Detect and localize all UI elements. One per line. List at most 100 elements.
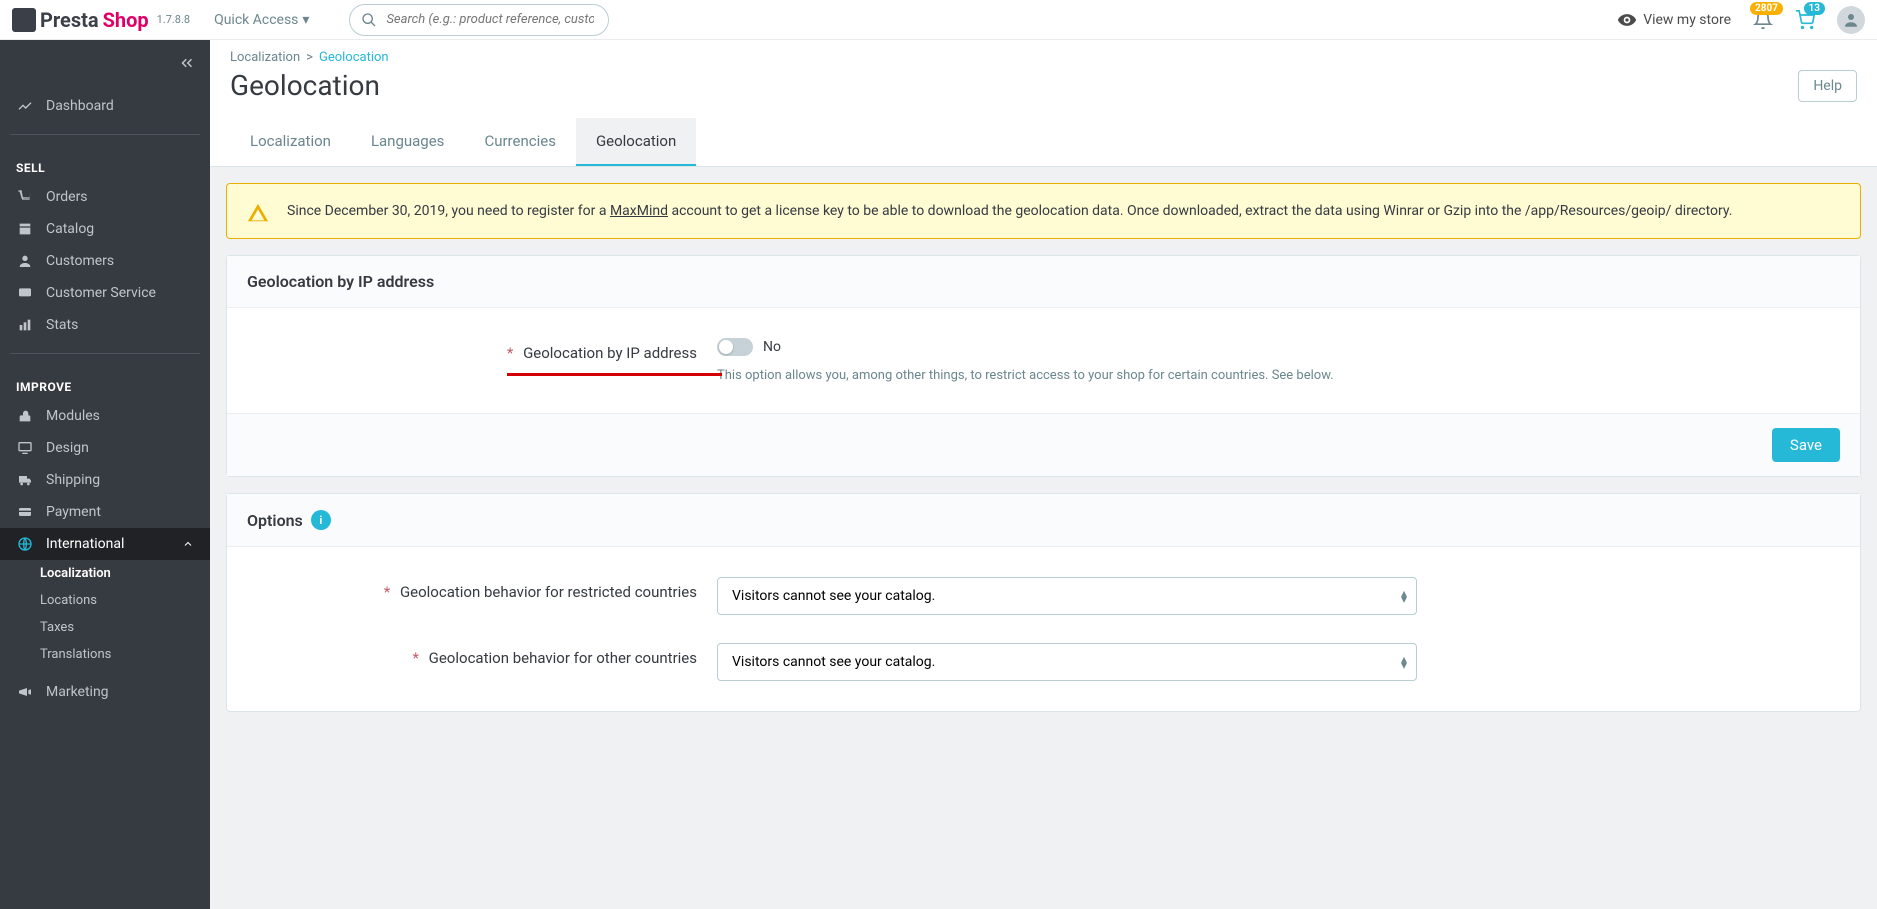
globe-icon	[16, 536, 34, 552]
warning-alert: Since December 30, 2019, you need to reg…	[226, 183, 1861, 239]
tab-localization[interactable]: Localization	[230, 118, 351, 166]
cart-icon	[16, 189, 34, 205]
required-mark: *	[412, 649, 418, 667]
save-button[interactable]: Save	[1772, 428, 1840, 462]
content-body: Since December 30, 2019, you need to reg…	[210, 167, 1877, 728]
sidebar-item-catalog[interactable]: Catalog	[0, 213, 210, 245]
required-mark: *	[507, 344, 513, 362]
sidebar-item-design[interactable]: Design	[0, 432, 210, 464]
sidebar-item-label: Shipping	[46, 472, 100, 488]
help-button[interactable]: Help	[1798, 70, 1857, 102]
select-wrap: Visitors cannot see your catalog. ▴▾	[717, 577, 1417, 615]
label-text: Geolocation behavior for other countries	[429, 649, 697, 667]
sidebar-item-label: Catalog	[46, 221, 94, 237]
sidebar-item-dashboard[interactable]: Dashboard	[0, 90, 210, 122]
label-text: Geolocation behavior for restricted coun…	[400, 583, 697, 601]
topbar: PrestaShop 1.7.8.8 Quick Access ▾ View m…	[0, 0, 1877, 40]
chevron-up-icon	[182, 538, 194, 550]
sidebar-item-label: Payment	[46, 504, 101, 520]
puzzle-icon	[16, 408, 34, 424]
cart-badge: 13	[1804, 2, 1825, 15]
sidebar-item-label: Stats	[46, 317, 78, 333]
sidebar-item-label: Customers	[46, 253, 114, 269]
sidebar-sub-taxes[interactable]: Taxes	[0, 614, 210, 641]
alert-link-maxmind[interactable]: MaxMind	[610, 203, 668, 219]
sidebar-item-stats[interactable]: Stats	[0, 309, 210, 341]
sidebar-item-customer-service[interactable]: Customer Service	[0, 277, 210, 309]
alert-text-prefix: Since December 30, 2019, you need to reg…	[287, 203, 610, 219]
card-geolocation-ip: Geolocation by IP address * Geolocation …	[226, 255, 1861, 477]
toggle-geolocation-ip[interactable]	[717, 338, 753, 356]
logo-icon	[12, 8, 36, 32]
quick-access-menu[interactable]: Quick Access ▾	[214, 12, 309, 28]
avatar[interactable]	[1837, 6, 1865, 34]
form-row-restricted: * Geolocation behavior for restricted co…	[247, 577, 1840, 615]
form-control: Visitors cannot see your catalog. ▴▾	[717, 643, 1840, 681]
info-icon[interactable]: i	[311, 510, 331, 530]
red-underline	[507, 373, 722, 376]
help-text: This option allows you, among other thin…	[717, 368, 1840, 383]
logo-text-shop: Shop	[103, 8, 149, 32]
search-input[interactable]	[349, 4, 609, 36]
sidebar-item-shipping[interactable]: Shipping	[0, 464, 210, 496]
card-options: Options i * Geolocation behavior for res…	[226, 493, 1861, 712]
megaphone-icon	[16, 684, 34, 700]
select-other-behavior[interactable]: Visitors cannot see your catalog.	[717, 643, 1417, 681]
tab-languages[interactable]: Languages	[351, 118, 465, 166]
search-icon	[361, 12, 377, 28]
sidebar-item-marketing[interactable]: Marketing	[0, 676, 210, 708]
breadcrumb-leaf[interactable]: Geolocation	[319, 50, 389, 65]
required-mark: *	[384, 583, 390, 601]
trending-icon	[16, 98, 34, 114]
sidebar-item-orders[interactable]: Orders	[0, 181, 210, 213]
notifications-button[interactable]: 2807	[1753, 10, 1773, 30]
card-title: Options	[247, 511, 303, 530]
tab-currencies[interactable]: Currencies	[464, 118, 576, 166]
toggle-wrap: No	[717, 338, 1840, 356]
sidebar-item-customers[interactable]: Customers	[0, 245, 210, 277]
sidebar-item-modules[interactable]: Modules	[0, 400, 210, 432]
card-icon	[16, 504, 34, 520]
toggle-value: No	[763, 339, 781, 355]
sidebar-item-payment[interactable]: Payment	[0, 496, 210, 528]
label-text: Geolocation by IP address	[523, 344, 697, 362]
alert-text-suffix: account to get a license key to be able …	[668, 203, 1732, 219]
sidebar-item-label: Design	[46, 440, 89, 456]
sidebar-item-label: Marketing	[46, 684, 109, 700]
eye-icon	[1617, 10, 1637, 30]
view-store-link[interactable]: View my store	[1617, 10, 1731, 30]
store-icon	[16, 221, 34, 237]
select-restricted-behavior[interactable]: Visitors cannot see your catalog.	[717, 577, 1417, 615]
logo[interactable]: PrestaShop	[12, 8, 149, 32]
form-control: No This option allows you, among other t…	[717, 338, 1840, 383]
sidebar-sub-translations[interactable]: Translations	[0, 641, 210, 668]
sidebar-section-sell: SELL	[0, 147, 210, 181]
sidebar-item-label: Dashboard	[46, 98, 114, 114]
sidebar-item-label: Modules	[46, 408, 100, 424]
logo-text-presta: Presta	[40, 8, 99, 32]
bar-chart-icon	[16, 317, 34, 333]
main-content: Localization > Geolocation Geolocation H…	[210, 0, 1877, 909]
monitor-icon	[16, 440, 34, 456]
warning-icon	[247, 202, 269, 224]
breadcrumb: Localization > Geolocation	[230, 50, 1857, 65]
form-label: * Geolocation behavior for other countri…	[247, 643, 717, 667]
divider	[10, 134, 200, 135]
form-label: * Geolocation behavior for restricted co…	[247, 577, 717, 601]
cart-button[interactable]: 13	[1795, 10, 1815, 30]
collapse-sidebar-button[interactable]	[178, 54, 196, 72]
view-store-label: View my store	[1643, 12, 1731, 28]
sidebar-sub-locations[interactable]: Locations	[0, 587, 210, 614]
tabs: Localization Languages Currencies Geoloc…	[210, 118, 1877, 167]
user-icon	[16, 253, 34, 269]
form-label: * Geolocation by IP address	[247, 338, 717, 362]
form-row-other: * Geolocation behavior for other countri…	[247, 643, 1840, 681]
tab-geolocation[interactable]: Geolocation	[576, 118, 696, 166]
sidebar-item-international[interactable]: International	[0, 528, 210, 560]
title-row: Geolocation Help	[230, 69, 1857, 118]
search-wrap	[349, 4, 609, 36]
breadcrumb-root[interactable]: Localization	[230, 50, 300, 65]
card-footer: Save	[227, 413, 1860, 476]
quick-access-label: Quick Access	[214, 12, 298, 28]
sidebar-sub-localization[interactable]: Localization	[0, 560, 210, 587]
